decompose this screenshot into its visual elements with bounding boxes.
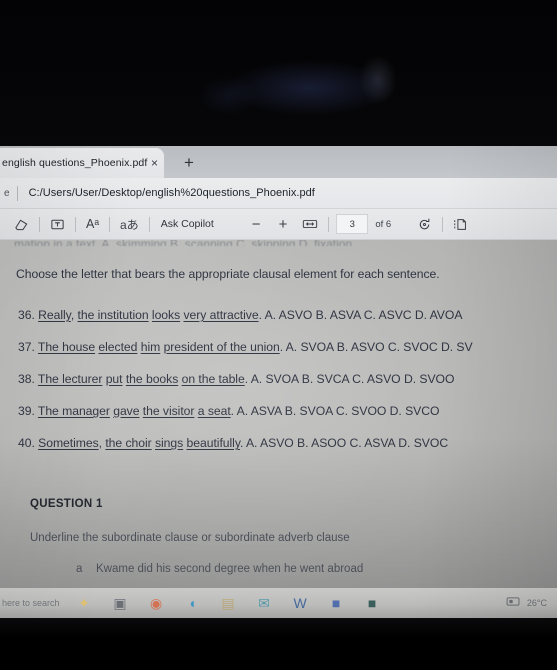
pdf-toolbar: Aᵃ aあ Ask Copilot − + 3 of 6	[0, 209, 557, 240]
question-row: 36. Really, the institution looks very a…	[18, 308, 462, 322]
weather-icon[interactable]	[506, 594, 521, 612]
task-view-icon[interactable]: ▣	[112, 595, 129, 612]
underlined-segment: looks	[151, 308, 181, 322]
underlined-segment: The lecturer	[37, 372, 103, 386]
section-instruction: Underline the subordinate clause or subo…	[30, 532, 350, 544]
underlined-segment: a seat	[197, 404, 231, 418]
underlined-segment: on the table	[181, 372, 245, 386]
temperature-label: 26°C	[526, 598, 547, 608]
underlined-segment: The house	[37, 340, 96, 354]
clipped-previous-line: mation in a text. A. skimming B. scannin…	[14, 240, 554, 246]
item-a-text: Kwame did his second degree when he went…	[96, 563, 364, 575]
edge-logo-icon: e	[4, 187, 10, 199]
divider	[442, 216, 444, 232]
taskbar-app-icons: ✦ ▣ ◉ ◖ ▤ ✉ W ■ ■	[76, 595, 381, 612]
search-box[interactable]: here to search	[0, 598, 60, 608]
divider	[109, 216, 110, 232]
question-row: 38. The lecturer put the books on the ta…	[18, 372, 454, 386]
divider	[39, 216, 40, 232]
rotate-icon[interactable]	[411, 212, 438, 236]
zoom-out-button[interactable]: −	[243, 216, 270, 233]
read-aloud-icon[interactable]: Aᵃ	[80, 212, 105, 236]
url-text: C:/Users/User/Desktop/english%20question…	[28, 187, 315, 199]
system-tray: 26°C	[506, 594, 557, 612]
underlined-segment: the books	[125, 372, 179, 386]
ask-copilot-button[interactable]: Ask Copilot	[154, 218, 221, 230]
pdf-viewport[interactable]: mation in a text. A. skimming B. scannin…	[0, 240, 557, 618]
edge-icon[interactable]: ◖	[184, 595, 201, 612]
underlined-segment: put	[105, 372, 123, 386]
question-number: 40.	[18, 436, 39, 450]
question-number: 39.	[18, 404, 38, 418]
file-explorer-icon[interactable]: ▤	[220, 595, 237, 612]
underlined-segment: The manager	[37, 404, 110, 418]
chrome-icon[interactable]: ◉	[148, 595, 165, 612]
green-app-icon[interactable]: ■	[364, 595, 381, 612]
answer-options: . A. SVOA B. ASVO C. SVOC D. SV	[279, 340, 473, 354]
underlined-segment: Really	[38, 308, 71, 322]
close-icon[interactable]: ×	[151, 157, 164, 169]
tab-strip: english questions_Phoenix.pdf × +	[0, 146, 557, 178]
question-number: 38.	[18, 372, 38, 386]
tab-english-questions-pdf[interactable]: english questions_Phoenix.pdf ×	[0, 148, 164, 178]
page-total-label: of 6	[375, 218, 392, 230]
translate-icon[interactable]: aあ	[114, 212, 145, 236]
underlined-segment: sings	[154, 436, 184, 450]
question-number: 36.	[18, 308, 39, 322]
underlined-segment: beautifully	[186, 436, 240, 450]
new-tab-button[interactable]: +	[172, 149, 206, 177]
windows-taskbar: here to search ✦ ▣ ◉ ◖ ▤ ✉ W ■ ■ 26°C	[0, 588, 557, 618]
section-heading: QUESTION 1	[30, 498, 103, 510]
underlined-segment: him	[140, 340, 161, 354]
answer-options: . A. ASVO B. ASVA C. ASVC D. AVOA	[258, 308, 463, 322]
question-text: ,	[70, 308, 78, 322]
answer-options: . A. SVOA B. SVCA C. ASVO D. SVOO	[244, 372, 455, 386]
underlined-segment: elected	[98, 340, 138, 354]
underlined-segment: the choir	[105, 436, 152, 450]
question-number: 37.	[18, 340, 38, 354]
question-row: 39. The manager gave the visitor a seat.…	[18, 404, 439, 418]
mail-icon[interactable]: ✉	[256, 595, 273, 612]
question-row: 40. Sometimes, the choir sings beautiful…	[18, 436, 448, 450]
text-box-icon[interactable]	[44, 212, 71, 236]
page-view-icon[interactable]	[447, 212, 475, 236]
pdf-page: mation in a text. A. skimming B. scannin…	[0, 240, 557, 618]
item-a-label: a	[76, 563, 83, 575]
photographed-laptop-screen: english questions_Phoenix.pdf × + e C:/U…	[0, 0, 557, 670]
screen-bezel-top	[0, 0, 557, 146]
page-shading	[0, 240, 557, 618]
copilot-icon[interactable]: ✦	[76, 595, 93, 612]
eraser-icon[interactable]	[0, 212, 35, 236]
underlined-segment: the visitor	[142, 404, 195, 418]
answer-options: . A. ASVO B. ASOO C. ASVA D. SVOC	[239, 436, 449, 450]
browser-window: english questions_Phoenix.pdf × + e C:/U…	[0, 146, 557, 618]
zoom-in-button[interactable]: +	[270, 216, 297, 233]
underlined-segment: gave	[113, 404, 140, 418]
underlined-segment: the institution	[77, 308, 149, 322]
address-bar[interactable]: e C:/Users/User/Desktop/english%20questi…	[0, 178, 557, 209]
divider	[16, 185, 18, 201]
answer-options: . A. ASVA B. SVOA C. SVOO D. SVCO	[230, 404, 440, 418]
divider	[148, 216, 150, 232]
divider	[328, 216, 330, 232]
question-row: 37. The house elected him president of t…	[18, 340, 473, 354]
screen-bezel-bottom	[0, 618, 557, 670]
divider	[75, 216, 76, 232]
fit-page-icon[interactable]	[296, 212, 324, 236]
page-number-input[interactable]: 3	[336, 214, 369, 234]
calendar-app-icon[interactable]: ■	[328, 595, 345, 612]
tab-title: english questions_Phoenix.pdf	[2, 157, 148, 169]
underlined-segment: Sometimes	[38, 436, 99, 450]
underlined-segment: president of the union	[163, 340, 280, 354]
instruction-text: Choose the letter that bears the appropr…	[16, 267, 440, 281]
underlined-segment: very attractive	[183, 308, 259, 322]
word-icon[interactable]: W	[292, 595, 309, 612]
